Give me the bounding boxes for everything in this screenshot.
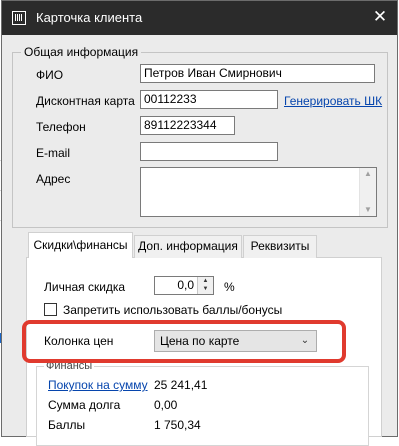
forbid-bonuses-checkbox[interactable] bbox=[44, 303, 57, 316]
phone-field[interactable]: 89112223344 bbox=[140, 116, 235, 135]
stepper-buttons: ▲ ▼ bbox=[197, 277, 213, 294]
personal-discount-stepper[interactable]: 0,0 ▲ ▼ bbox=[154, 276, 214, 295]
phone-label: Телефон bbox=[36, 120, 86, 134]
purchases-link[interactable]: Покупок на сумму bbox=[48, 378, 148, 392]
stepper-down-icon[interactable]: ▼ bbox=[198, 285, 213, 293]
tab-discounts-finances[interactable]: Скидки\финансы bbox=[28, 232, 133, 258]
title-bar: Карточка клиента ✕ bbox=[2, 1, 397, 35]
points-value: 1 750,34 bbox=[154, 418, 201, 432]
close-icon[interactable]: ✕ bbox=[370, 7, 390, 27]
scroll-down-icon[interactable]: ▼ bbox=[360, 204, 376, 216]
points-label: Баллы bbox=[48, 418, 86, 432]
general-info-legend: Общая информация bbox=[21, 45, 142, 59]
fio-field[interactable]: Петров Иван Смирнович bbox=[140, 64, 375, 83]
scroll-up-icon[interactable]: ▲ bbox=[360, 168, 376, 180]
discount-card-label: Дисконтная карта bbox=[36, 94, 135, 108]
purchases-value: 25 241,41 bbox=[154, 378, 208, 392]
generate-barcode-link[interactable]: Генерировать ШК bbox=[284, 94, 382, 108]
window-title: Карточка клиента bbox=[36, 10, 143, 25]
address-label: Адрес bbox=[36, 172, 71, 186]
debt-label: Сумма долга bbox=[48, 398, 121, 412]
fio-label: ФИО bbox=[36, 68, 64, 82]
discount-card-field[interactable]: 00112233 bbox=[140, 90, 278, 109]
stepper-up-icon[interactable]: ▲ bbox=[198, 277, 213, 285]
personal-discount-label: Личная скидка bbox=[44, 280, 126, 294]
tab-requisites[interactable]: Реквизиты bbox=[243, 235, 317, 258]
forbid-bonuses-label[interactable]: Запретить использовать баллы/бонусы bbox=[63, 303, 282, 317]
address-textarea[interactable]: ▲ ▼ bbox=[140, 167, 377, 217]
email-label: E-mail bbox=[36, 146, 71, 160]
address-scrollbar[interactable]: ▲ ▼ bbox=[359, 168, 376, 216]
email-field[interactable] bbox=[140, 142, 278, 161]
personal-discount-value: 0,0 bbox=[177, 278, 194, 292]
debt-value: 0,00 bbox=[154, 398, 178, 412]
percent-sign: % bbox=[224, 280, 235, 294]
barcode-app-icon bbox=[12, 11, 26, 25]
tab-additional-info[interactable]: Доп. информация bbox=[134, 235, 242, 258]
highlight-annotation bbox=[22, 320, 346, 363]
